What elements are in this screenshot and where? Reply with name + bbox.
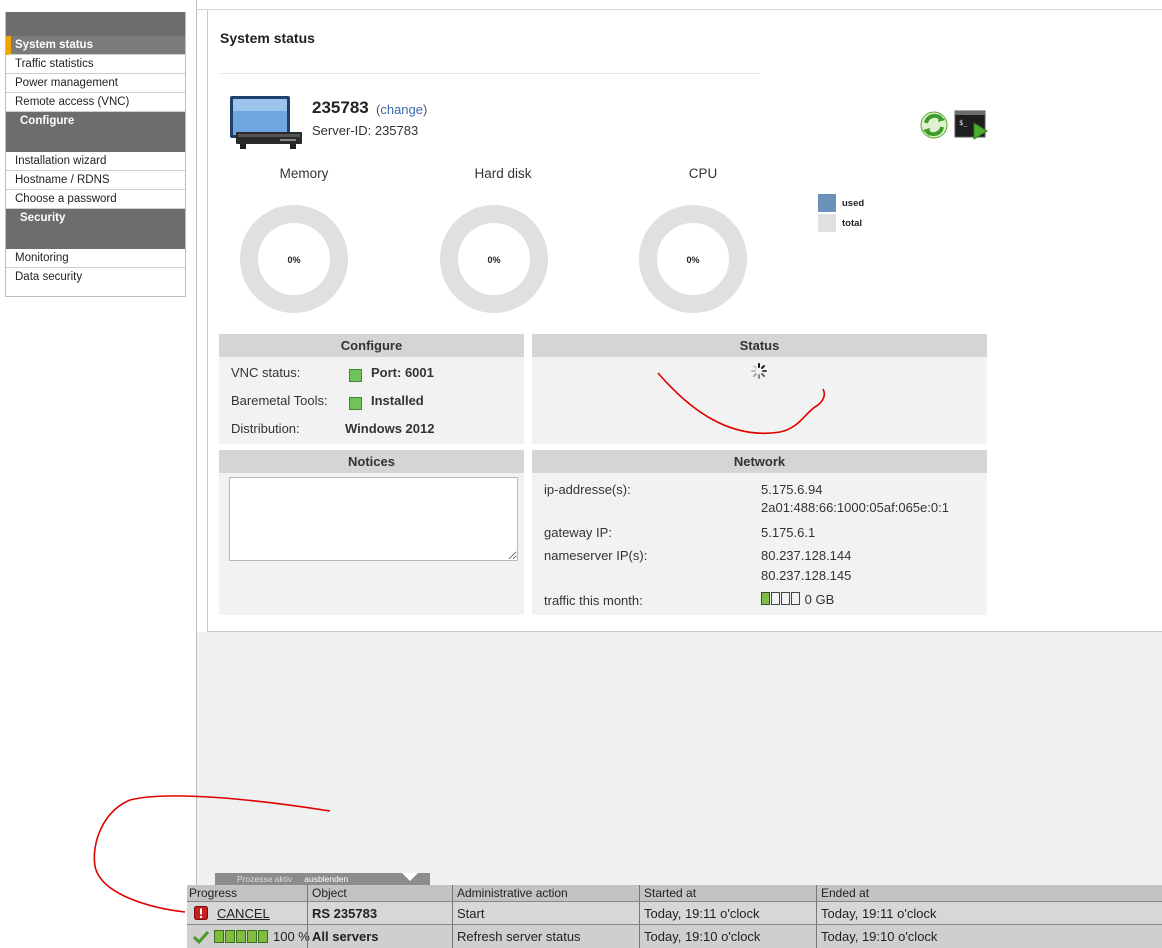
baremetal-tools-indicator-icon <box>349 397 362 410</box>
configure-box-title: Configure <box>219 334 524 357</box>
sidebar-header <box>6 12 185 36</box>
progress-cell <box>258 930 268 943</box>
nameserver-1-value: 80.237.128.144 <box>761 548 852 563</box>
status-box-title: Status <box>532 334 987 357</box>
error-icon <box>194 902 208 924</box>
process-table-header: Progress Object Administrative action St… <box>187 885 1162 901</box>
server-monitor-icon <box>230 96 302 149</box>
console-icon[interactable]: $_ <box>954 110 988 140</box>
process-started: Today, 19:10 o'clock <box>639 925 760 948</box>
nameserver-2-value: 80.237.128.145 <box>761 568 852 583</box>
checkmark-icon <box>193 925 209 948</box>
col-started-header: Started at <box>639 885 696 901</box>
change-server-link[interactable]: change <box>380 102 423 117</box>
sidebar-item-power-management[interactable]: Power management <box>6 74 185 93</box>
progress-cell <box>225 930 235 943</box>
sidebar-item-data-security[interactable]: Data security <box>6 268 185 287</box>
ip-address-label: ip-addresse(s): <box>544 482 631 497</box>
gateway-value: 5.175.6.1 <box>761 525 816 540</box>
traffic-meter-cell <box>761 592 770 605</box>
distribution-value: Windows 2012 <box>345 421 435 436</box>
legend-swatch-used <box>818 194 836 212</box>
sidebar-item-system-status[interactable]: System status <box>6 36 185 55</box>
server-id: Server-ID: 235783 <box>312 123 419 138</box>
baremetal-tools-value: Installed <box>371 393 424 408</box>
process-progress-text: 100 % <box>273 929 310 944</box>
nameserver-label: nameserver IP(s): <box>544 548 648 563</box>
gauge-percent-memory: 0% <box>287 255 301 265</box>
process-row: CANCEL RS 235783 Start Today, 19:11 o'cl… <box>187 901 1162 924</box>
traffic-meter-cell <box>771 592 780 605</box>
traffic-value: 0 GB <box>804 592 835 607</box>
gauge-percent-hard-disk: 0% <box>487 255 501 265</box>
server-name: 235783 <box>312 98 369 117</box>
change-paren-close: ) <box>423 102 428 117</box>
col-progress-header: Progress <box>189 886 238 900</box>
cancel-process-link[interactable]: CANCEL <box>217 902 270 924</box>
gauge-label-memory: Memory <box>279 166 329 181</box>
gauge-label-cpu: CPU <box>688 166 718 181</box>
sidebar-item-remote-access[interactable]: Remote access (VNC) <box>6 93 185 112</box>
ipv4-value: 5.175.6.94 <box>761 482 823 497</box>
legend-label-used: used <box>842 198 865 209</box>
sidebar-item-traffic-statistics[interactable]: Traffic statistics <box>6 55 185 74</box>
distribution-label: Distribution: <box>231 421 300 436</box>
sidebar-item-hostname-rdns[interactable]: Hostname / RDNS <box>6 171 185 190</box>
change-link-wrapper: (change) <box>376 102 427 117</box>
traffic-meter-cell <box>791 592 800 605</box>
progress-cell <box>214 930 224 943</box>
process-action: Refresh server status <box>452 925 581 948</box>
progress-cell <box>236 930 246 943</box>
refresh-icon[interactable] <box>919 110 949 140</box>
notices-box-title: Notices <box>219 450 524 473</box>
gauge-percent-cpu: 0% <box>686 255 700 265</box>
vnc-status-indicator-icon <box>349 369 362 382</box>
process-hide-button[interactable]: ausblenden <box>292 874 348 884</box>
gauge-label-hard-disk: Hard disk <box>474 166 532 181</box>
content-background <box>197 632 1162 885</box>
title-divider <box>220 73 760 74</box>
ipv6-value: 2a01:488:66:1000:05af:065e:0:1 <box>761 500 949 515</box>
process-tab-label: Prozesse aktiv <box>237 874 293 884</box>
gateway-label: gateway IP: <box>544 525 612 540</box>
process-ended: Today, 19:11 o'clock <box>816 902 936 924</box>
sidebar-item-installation-wizard[interactable]: Installation wizard <box>6 152 185 171</box>
traffic-meter-cell <box>781 592 790 605</box>
legend-label-total: total <box>842 218 863 229</box>
col-action-header: Administrative action <box>452 885 568 901</box>
vnc-status-label: VNC status: <box>231 365 301 380</box>
sidebar-item-choose-password[interactable]: Choose a password <box>6 190 185 209</box>
sidebar-item-monitoring[interactable]: Monitoring <box>6 249 185 268</box>
process-object: RS 235783 <box>307 902 377 924</box>
baremetal-tools-label: Baremetal Tools: <box>231 393 328 408</box>
notices-textarea[interactable] <box>229 477 518 561</box>
progress-cell <box>247 930 257 943</box>
vnc-status-value: Port: 6001 <box>371 365 434 380</box>
process-ended: Today, 19:10 o'clock <box>816 925 937 948</box>
process-progress-bar: 100 % <box>214 925 310 948</box>
col-object-header: Object <box>307 885 347 901</box>
traffic-label: traffic this month: <box>544 593 643 608</box>
status-box: Status <box>532 334 987 444</box>
col-ended-header: Ended at <box>816 885 869 901</box>
page-title: System status <box>220 30 315 46</box>
process-table: Progress Object Administrative action St… <box>187 885 1162 948</box>
process-started: Today, 19:11 o'clock <box>639 902 759 924</box>
process-action: Start <box>452 902 484 924</box>
process-object: All servers <box>307 925 379 948</box>
sidebar-nav: System status Traffic statistics Power m… <box>5 12 186 297</box>
network-box-title: Network <box>532 450 987 473</box>
loading-spinner-icon <box>751 363 767 379</box>
traffic-meter: 0 GB <box>761 592 834 607</box>
legend-swatch-total <box>818 214 836 232</box>
process-row: 100 % All servers Refresh server status … <box>187 924 1162 948</box>
process-tab-arrow-icon <box>398 873 430 885</box>
sidebar-group-configure: Configure <box>6 112 185 152</box>
svg-text:$_: $_ <box>959 119 968 127</box>
sidebar-group-security: Security <box>6 209 185 249</box>
